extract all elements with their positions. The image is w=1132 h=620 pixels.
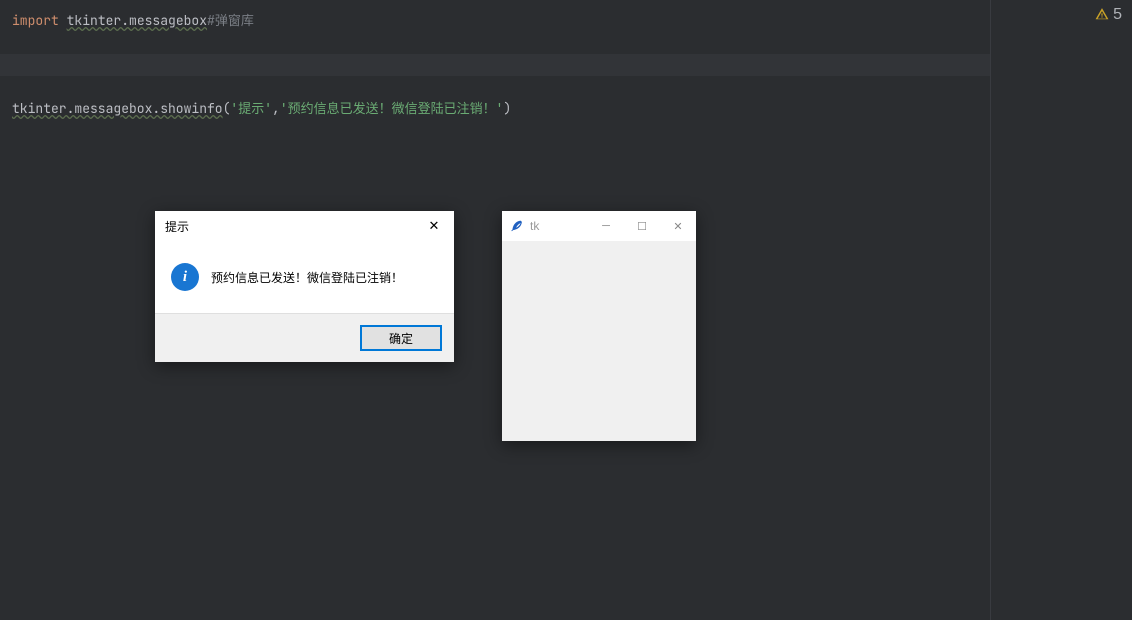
dialog-titlebar[interactable]: 提示 ✕ (155, 211, 454, 241)
code-line-4[interactable]: tkinter.messagebox.showinfo('提示','预约信息已发… (0, 98, 990, 120)
paren-close: ) (503, 100, 511, 117)
blank-line (0, 32, 990, 54)
editor-right-gutter: 5 (990, 0, 1132, 620)
warnings-indicator[interactable]: 5 (1095, 6, 1122, 24)
dialog-body: i 预约信息已发送！微信登陆已注销！ (155, 241, 454, 313)
keyword-import: import (12, 12, 59, 29)
warning-icon (1095, 7, 1109, 24)
close-icon[interactable]: ✕ (660, 211, 696, 241)
string-arg2: '预约信息已发送！微信登陆已注销！' (280, 100, 504, 117)
tk-titlebar[interactable]: tk ─ ☐ ✕ (502, 211, 696, 241)
dialog-footer: 确定 (155, 313, 454, 362)
warning-count: 5 (1113, 6, 1122, 24)
comma: , (272, 100, 280, 117)
dialog-title-text: 提示 (165, 218, 189, 235)
comment: #弹窗库 (207, 12, 254, 29)
dialog-message: 预约信息已发送！微信登陆已注销！ (211, 269, 403, 286)
string-arg1: '提示' (230, 100, 272, 117)
function-call: tkinter.messagebox.showinfo (12, 100, 223, 117)
minimize-icon[interactable]: ─ (588, 211, 624, 241)
ok-button[interactable]: 确定 (360, 325, 442, 351)
tk-feather-icon (508, 218, 524, 234)
maximize-icon[interactable]: ☐ (624, 211, 660, 241)
messagebox-dialog: 提示 ✕ i 预约信息已发送！微信登陆已注销！ 确定 (155, 211, 454, 362)
code-editor[interactable]: import tkinter.messagebox#弹窗库 tkinter.me… (0, 0, 990, 620)
code-line-1[interactable]: import tkinter.messagebox#弹窗库 (0, 10, 990, 32)
info-icon: i (171, 263, 199, 291)
close-icon[interactable]: ✕ (414, 211, 454, 241)
tk-title-text: tk (530, 219, 539, 233)
blank-line (0, 76, 990, 98)
module-name: tkinter.messagebox (67, 12, 207, 29)
tk-client-area (502, 241, 696, 441)
current-line-highlight (0, 54, 990, 76)
tk-root-window: tk ─ ☐ ✕ (502, 211, 696, 441)
